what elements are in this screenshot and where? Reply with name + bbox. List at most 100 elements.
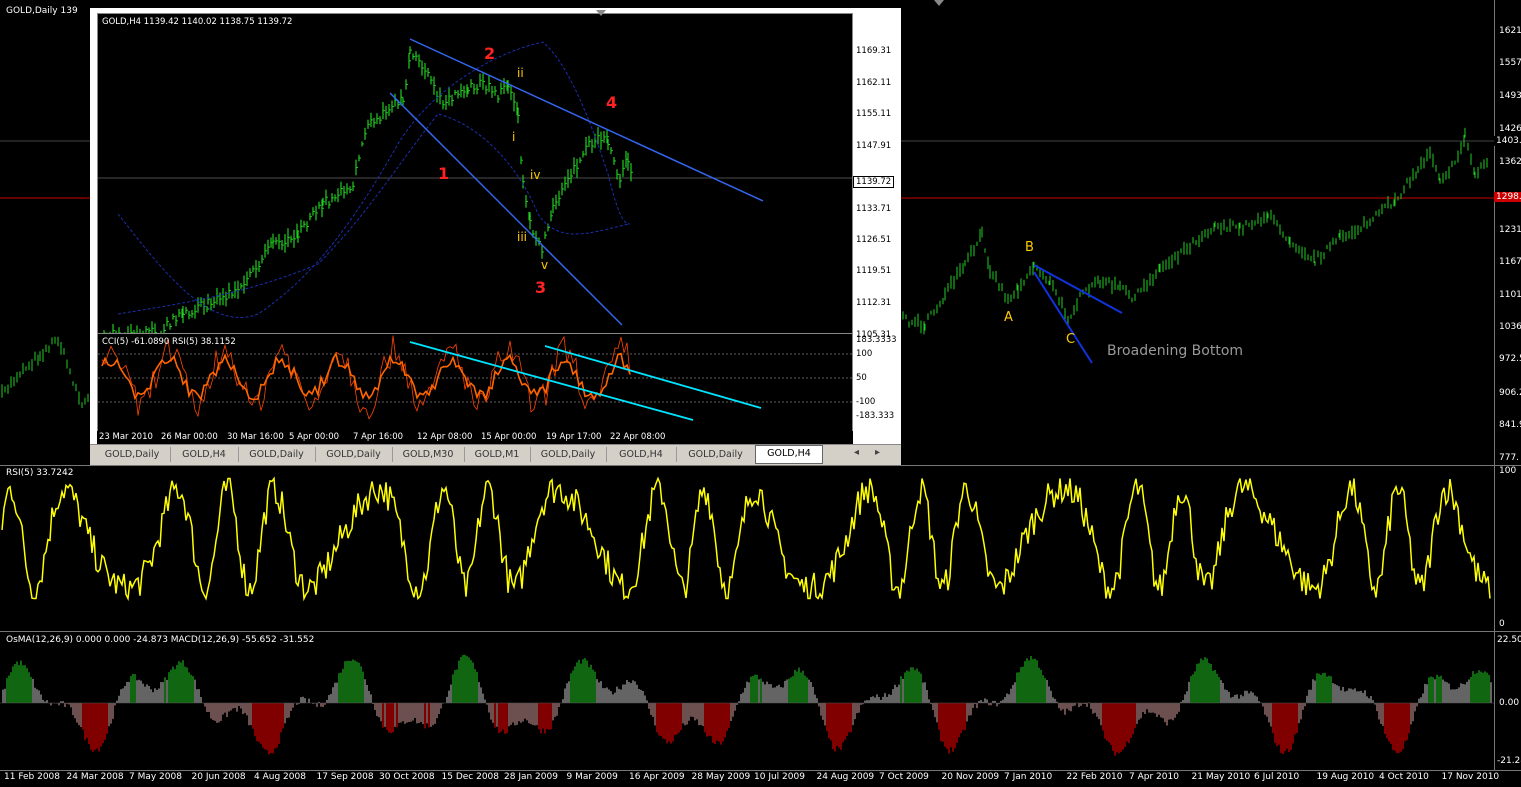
inset-bollinger-upper: [117, 41, 631, 318]
wave-iii: iii: [517, 230, 528, 244]
chart-tab-8[interactable]: GOLD,Daily: [676, 447, 756, 462]
inset-title: GOLD,H4 1139.42 1140.02 1138.75 1139.72: [102, 17, 293, 27]
macd-pane[interactable]: OsMA(12,26,9) 0.000 0.000 -24.873 MACD(1…: [0, 632, 1494, 770]
inset-window[interactable]: GOLD,H4 1139.42 1140.02 1138.75 1139.72 …: [90, 8, 901, 465]
inset-price-axis-label: 1119.51: [856, 266, 892, 276]
tab-scroll-right-icon[interactable]: ▸: [875, 447, 880, 458]
date-axis-label: 9 Mar 2009: [566, 772, 618, 782]
wave-4: 4: [606, 93, 618, 112]
date-axis-label: 16 Apr 2009: [629, 772, 685, 782]
inset-upper-trendline: [409, 38, 764, 202]
macd-axis: 22.505 0.00 -21.28: [1494, 632, 1521, 770]
wave-i: i: [512, 130, 516, 144]
date-axis-label: 17 Sep 2008: [316, 772, 374, 782]
chart-tab-0[interactable]: GOLD,Daily: [94, 447, 171, 462]
inset-price-axis-label: 1155.11: [856, 109, 892, 119]
macd-label: OsMA(12,26,9) 0.000 0.000 -24.873 MACD(1…: [6, 635, 315, 645]
main-chart-title: GOLD,Daily 139: [6, 6, 78, 16]
inset-indicator-axis-label: -183.333: [856, 411, 895, 421]
chart-tab-4[interactable]: GOLD,M30: [392, 447, 465, 462]
rsi-line: [1, 476, 1491, 602]
inset-price-axis-label: 1147.91: [856, 141, 892, 151]
chart-tab-3[interactable]: GOLD,Daily: [315, 447, 393, 462]
rsi-axis-min: 0: [1499, 619, 1505, 629]
main-price-axis[interactable]: 1621. 1557. 1493. 1426. 1362. 1231. 1167. 1101.…: [1494, 0, 1521, 465]
pane-separator: [0, 770, 1521, 771]
inset-indicator-pane[interactable]: CCI(5) -61.0890 RSI(5) 38.1152: [97, 333, 853, 433]
inset-indicator-axis: 183.3333 100 50 -100 -183.333: [853, 333, 903, 431]
price-axis-label: 906.2: [1499, 388, 1521, 398]
rsi-pane[interactable]: RSI(5) 33.7242: [0, 466, 1494, 631]
date-axis-label: 24 Aug 2009: [816, 772, 875, 782]
date-axis-label: 20 Nov 2009: [941, 772, 1000, 782]
rsi-axis: 100 0: [1494, 466, 1521, 631]
inset-indicator-plot: [98, 335, 852, 421]
inset-date-label: 5 Apr 00:00: [289, 432, 340, 442]
broadening-upper-trendline: [1033, 264, 1123, 314]
wave-3: 3: [535, 278, 547, 297]
current-price-tag: 1298.: [1494, 192, 1521, 202]
inset-price-pane[interactable]: GOLD,H4 1139.42 1140.02 1138.75 1139.72 …: [97, 13, 853, 346]
inset-price-axis-label: 1112.31: [856, 298, 892, 308]
date-axis-label: 28 Jan 2009: [504, 772, 558, 782]
date-axis-label: 4 Aug 2008: [254, 772, 306, 782]
chart-tab-6[interactable]: GOLD,Daily: [530, 447, 607, 462]
date-axis-label: 15 Dec 2008: [441, 772, 500, 782]
rsi-label: RSI(5) 33.7242: [6, 468, 74, 478]
inset-indicator-axis-label: 50: [856, 373, 867, 383]
inset-date-label: 23 Mar 2010: [99, 432, 153, 442]
date-axis-label: 30 Oct 2008: [379, 772, 435, 782]
price-axis-label: 1362.: [1499, 157, 1521, 167]
chart-shift-marker-icon[interactable]: [596, 10, 606, 16]
date-axis-label: 17 Nov 2010: [1441, 772, 1500, 782]
price-axis-label: 1231.: [1499, 225, 1521, 235]
inset-chart[interactable]: GOLD,H4 1139.42 1140.02 1138.75 1139.72 …: [96, 13, 942, 445]
chart-tab-5[interactable]: GOLD,M1: [464, 447, 531, 462]
inset-indicator-axis-label: 100: [856, 349, 873, 359]
macd-histogram: [0, 654, 1494, 756]
inset-date-label: 7 Apr 16:00: [353, 432, 404, 442]
date-axis-label: 7 Oct 2009: [879, 772, 929, 782]
wave-1: 1: [438, 164, 450, 183]
price-axis-label: 1493.: [1499, 91, 1521, 101]
wave-iv: iv: [530, 168, 541, 182]
chart-tab-9[interactable]: GOLD,H4: [755, 445, 823, 464]
wave-2: 2: [484, 44, 496, 63]
inset-date-label: 19 Apr 17:00: [546, 432, 602, 442]
inset-price-axis[interactable]: 1169.31 1162.11 1155.11 1147.91 1133.71 1126.…: [853, 13, 903, 340]
chart-tab-7[interactable]: GOLD,H4: [606, 447, 677, 462]
date-axis-label: 7 Jan 2010: [1004, 772, 1053, 782]
price-axis-label: 777.: [1499, 453, 1520, 463]
price-axis-label: 972.5: [1499, 354, 1521, 364]
date-axis-label: 22 Feb 2010: [1066, 772, 1123, 782]
price-axis-label: 1426.: [1499, 124, 1521, 134]
inset-date-label: 30 Mar 16:00: [227, 432, 284, 442]
tab-scroll-left-icon[interactable]: ◂: [854, 447, 859, 458]
inset-price-axis-label: 1169.31: [856, 46, 892, 56]
macd-axis-zero: 0.00: [1499, 698, 1520, 708]
price-axis-label: 1167.: [1499, 257, 1521, 267]
chart-tab-1[interactable]: GOLD,H4: [170, 447, 239, 462]
inset-lower-trendline: [389, 92, 623, 326]
date-axis-label: 7 Apr 2010: [1129, 772, 1179, 782]
date-axis-label: 24 Mar 2008: [66, 772, 124, 782]
date-axis-label: 10 Jul 2009: [754, 772, 805, 782]
inset-price-axis-label: 1162.11: [856, 78, 892, 88]
date-axis-label: 7 May 2008: [129, 772, 182, 782]
chart-shift-marker-icon[interactable]: [934, 0, 944, 6]
date-axis-label: 28 May 2009: [691, 772, 751, 782]
date-axis-label: 6 Jul 2010: [1254, 772, 1300, 782]
inset-price-axis-label: 1126.51: [856, 235, 892, 245]
inset-current-price: 1139.72: [853, 176, 895, 188]
price-axis-label: 1557.: [1499, 58, 1521, 68]
wave-label-c: C: [1066, 332, 1076, 347]
chart-tab-bar: GOLD,Daily GOLD,H4 GOLD,Daily GOLD,Daily GOL…: [90, 444, 901, 465]
inset-date-axis[interactable]: 23 Mar 2010 26 Mar 00:00 30 Mar 16:00 5 Apr…: [97, 431, 853, 445]
inset-date-label: 22 Apr 08:00: [610, 432, 666, 442]
macd-axis-max: 22.505: [1497, 635, 1521, 645]
date-axis-label: 19 Aug 2010: [1316, 772, 1375, 782]
price-axis-label: 841.9: [1499, 420, 1521, 430]
inset-date-label: 26 Mar 00:00: [161, 432, 218, 442]
price-axis-label: 1621.: [1499, 26, 1521, 36]
chart-tab-2[interactable]: GOLD,Daily: [238, 447, 316, 462]
